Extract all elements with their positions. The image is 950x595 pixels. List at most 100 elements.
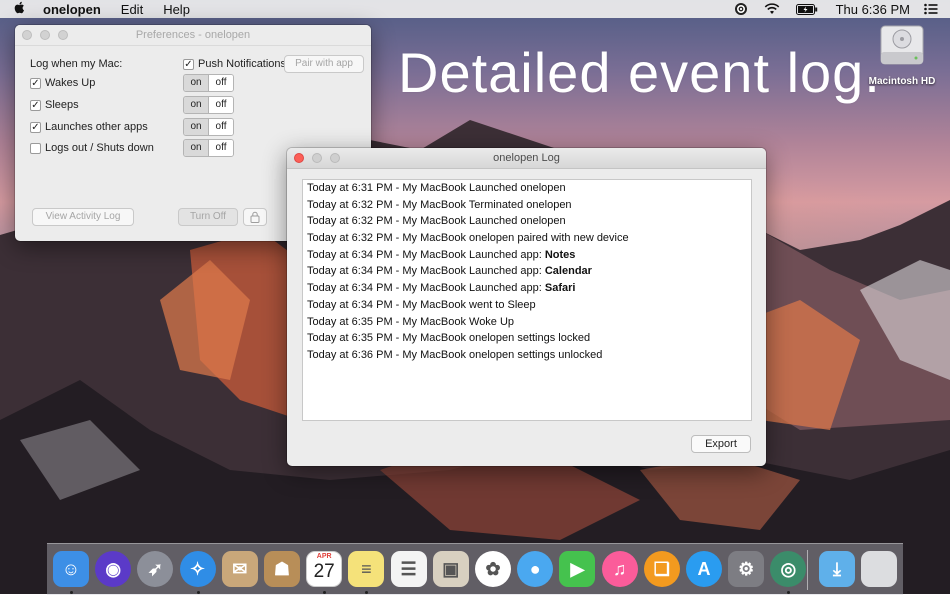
log-titlebar[interactable]: onelopen Log <box>287 148 766 169</box>
logs-out-checkbox[interactable]: Logs out / Shuts down <box>30 142 154 154</box>
checkbox-checked-icon[interactable]: ✓ <box>30 121 41 133</box>
sleeps-toggle[interactable]: on off <box>183 96 234 114</box>
lock-icon <box>250 211 260 226</box>
checkbox-checked-icon[interactable]: ✓ <box>183 58 194 70</box>
log-entry[interactable]: Today at 6:35 PM - My MacBook Woke Up <box>303 314 751 331</box>
checkbox-checked-icon[interactable]: ✓ <box>30 77 41 89</box>
trash-icon[interactable] <box>861 551 897 587</box>
launches-apps-checkbox[interactable]: ✓ Launches other apps <box>30 121 148 133</box>
safari-icon[interactable]: ✧ <box>179 551 216 587</box>
log-list[interactable]: Today at 6:31 PM - My MacBook Launched o… <box>302 179 752 421</box>
close-button[interactable] <box>294 153 304 163</box>
log-entry[interactable]: Today at 6:32 PM - My MacBook Launched o… <box>303 213 751 230</box>
logs-out-toggle[interactable]: on off <box>183 139 234 157</box>
log-entry-text: Today at 6:34 PM - My MacBook Launched a… <box>307 282 545 295</box>
log-entry[interactable]: Today at 6:36 PM - My MacBook onelopen s… <box>303 347 751 364</box>
system-preferences-icon[interactable]: ⚙ <box>728 551 765 587</box>
lock-button[interactable] <box>243 208 267 226</box>
pair-with-app-button[interactable]: Pair with app <box>284 55 364 73</box>
log-entry-text: Today at 6:32 PM - My MacBook Launched o… <box>307 215 566 228</box>
hard-drive-label[interactable]: Macintosh HD <box>860 76 944 87</box>
log-entry-text: Today at 6:36 PM - My MacBook onelopen s… <box>307 348 603 361</box>
zoom-button[interactable] <box>58 30 68 40</box>
wakes-up-on[interactable]: on <box>184 75 209 91</box>
siri-icon[interactable]: ◉ <box>95 551 132 587</box>
notification-center-icon[interactable] <box>916 3 950 15</box>
sleeps-on[interactable]: on <box>184 97 209 113</box>
log-entry[interactable]: Today at 6:34 PM - My MacBook Launched a… <box>303 263 751 280</box>
messages-icon[interactable]: ● <box>517 551 554 587</box>
minimize-button[interactable] <box>40 30 50 40</box>
menu-help[interactable]: Help <box>153 2 200 17</box>
menu-bar: onelopen Edit Help Thu 6:36 PM <box>0 0 950 18</box>
itunes-icon[interactable]: ♫ <box>601 551 638 587</box>
calendar-month: APR <box>316 553 332 560</box>
reminders-icon[interactable]: ☰ <box>390 551 427 587</box>
launches-apps-off[interactable]: off <box>209 119 233 135</box>
log-entry-app-name: Notes <box>544 248 576 261</box>
logs-out-on[interactable]: on <box>184 140 209 156</box>
log-entry-text: Today at 6:35 PM - My MacBook Woke Up <box>307 315 515 328</box>
push-notifications-label: Push Notifications: <box>198 58 290 70</box>
finder-icon[interactable]: ☺ <box>53 551 89 587</box>
dock-separator <box>807 550 808 590</box>
menu-edit[interactable]: Edit <box>111 2 153 17</box>
wakes-up-toggle[interactable]: on off <box>183 74 234 92</box>
log-entry[interactable]: Today at 6:34 PM - My MacBook Launched a… <box>303 247 751 264</box>
battery-icon[interactable] <box>788 3 826 15</box>
logs-out-off[interactable]: off <box>209 140 233 156</box>
log-title: onelopen Log <box>493 152 560 164</box>
wakes-up-off[interactable]: off <box>209 75 233 91</box>
preview-icon[interactable]: ▣ <box>432 551 469 587</box>
sleeps-off[interactable]: off <box>209 97 233 113</box>
calendar-day: 27 <box>313 561 335 582</box>
facetime-icon[interactable]: ▶ <box>559 551 596 587</box>
log-entry[interactable]: Today at 6:32 PM - My MacBook onelopen p… <box>303 230 751 247</box>
log-entry-text: Today at 6:32 PM - My MacBook Terminated… <box>307 198 572 211</box>
wakes-up-label: Wakes Up <box>45 77 96 89</box>
log-entry[interactable]: Today at 6:32 PM - My MacBook Terminated… <box>303 197 751 214</box>
push-notifications-checkbox[interactable]: ✓ Push Notifications: <box>183 58 289 70</box>
checkbox-checked-icon[interactable]: ✓ <box>30 99 41 111</box>
clock[interactable]: Thu 6:36 PM <box>826 2 916 17</box>
calendar-icon[interactable]: APR 27 <box>306 551 343 587</box>
log-entry-text: Today at 6:31 PM - My MacBook Launched o… <box>307 182 566 194</box>
zoom-button[interactable] <box>330 153 340 163</box>
promo-headline: Detailed event log. <box>398 41 881 104</box>
checkbox-unchecked-icon[interactable] <box>30 142 41 154</box>
ibooks-icon[interactable]: ❏ <box>643 551 680 587</box>
log-entry-text: Today at 6:34 PM - My MacBook Launched a… <box>307 248 545 261</box>
launchpad-icon[interactable]: ➶ <box>137 551 174 587</box>
mail-icon[interactable]: ✉ <box>221 551 258 587</box>
apple-menu-icon[interactable] <box>0 1 33 17</box>
view-activity-log-button[interactable]: View Activity Log <box>32 208 134 226</box>
downloads-folder-icon[interactable]: ⤓ <box>819 551 855 587</box>
log-entry[interactable]: Today at 6:34 PM - My MacBook Launched a… <box>303 280 751 297</box>
export-button[interactable]: Export <box>691 435 751 453</box>
log-entry-text: Today at 6:35 PM - My MacBook onelopen s… <box>307 332 591 345</box>
wifi-icon[interactable] <box>756 3 788 15</box>
minimize-button[interactable] <box>312 153 322 163</box>
launches-apps-toggle[interactable]: on off <box>183 118 234 136</box>
log-entry-text: Today at 6:34 PM - My MacBook went to Sl… <box>307 298 536 311</box>
close-button[interactable] <box>22 30 32 40</box>
launches-apps-on[interactable]: on <box>184 119 209 135</box>
log-entry[interactable]: Today at 6:35 PM - My MacBook onelopen s… <box>303 330 751 347</box>
notes-icon[interactable]: ≡ <box>348 551 385 587</box>
preferences-titlebar[interactable]: Preferences - onelopen <box>15 25 371 46</box>
app-menu-onelopen[interactable]: onelopen <box>33 2 111 17</box>
launches-apps-label: Launches other apps <box>45 121 148 133</box>
log-entry[interactable]: Today at 6:34 PM - My MacBook went to Sl… <box>303 297 751 314</box>
hard-drive-icon[interactable] <box>878 24 926 68</box>
app-store-icon[interactable]: A <box>686 551 722 587</box>
preferences-title: Preferences - onelopen <box>135 29 251 41</box>
sleeps-checkbox[interactable]: ✓ Sleeps <box>30 99 79 111</box>
wakes-up-checkbox[interactable]: ✓ Wakes Up <box>30 77 95 89</box>
dock: ☺ ◉ ➶ ✧ ✉ ☗ APR 27 ≡ ☰ ▣ ✿ ● ▶ ♫ ❏ A ⚙ ◎ ⤓ <box>47 543 903 595</box>
turn-off-button[interactable]: Turn Off <box>178 208 238 226</box>
contacts-icon[interactable]: ☗ <box>264 551 300 587</box>
log-entry[interactable]: Today at 6:31 PM - My MacBook Launched o… <box>303 180 751 197</box>
onelopen-status-icon[interactable] <box>726 2 756 16</box>
onelopen-icon[interactable]: ◎ <box>770 551 807 587</box>
photos-icon[interactable]: ✿ <box>475 551 511 587</box>
